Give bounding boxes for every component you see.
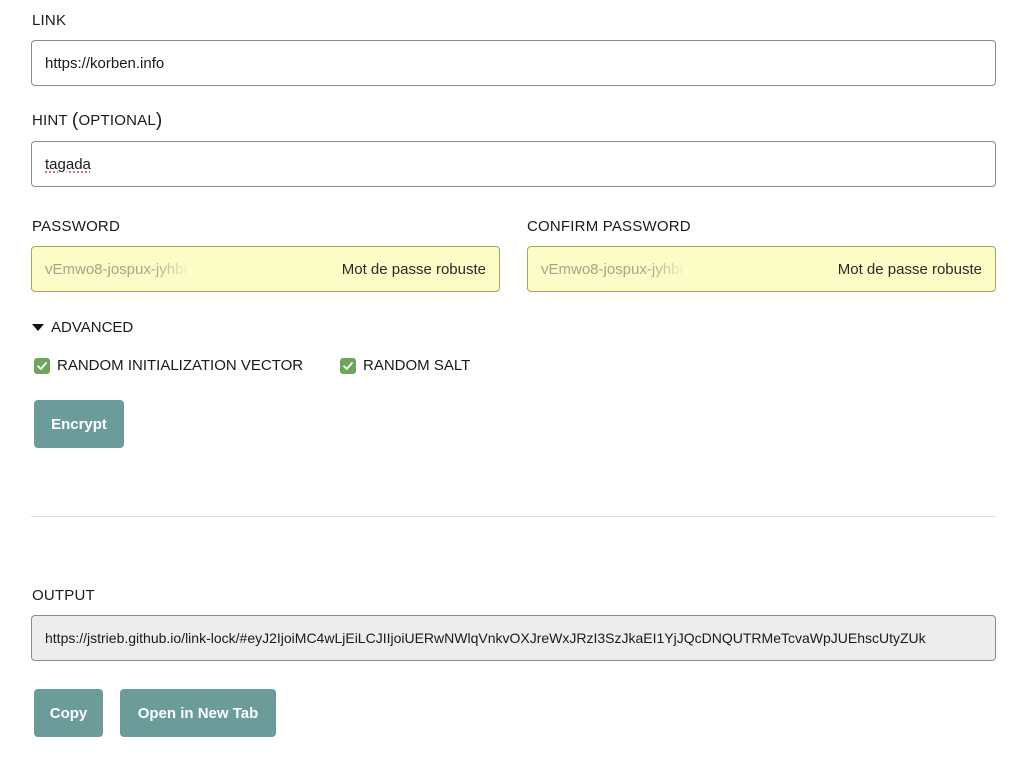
password-label: PASSWORD	[32, 218, 120, 235]
check-icon	[343, 361, 353, 370]
output-field[interactable]: https://jstrieb.github.io/link-lock/#eyJ…	[31, 615, 996, 661]
password-value: vEmwo8-jospux-jyhbi	[45, 260, 187, 278]
section-divider	[31, 516, 996, 517]
hint-paren-close: )	[155, 110, 163, 131]
random-salt-checkbox[interactable]	[340, 357, 356, 374]
hint-label-text: HINT	[32, 112, 68, 129]
hint-input-value: tagada	[45, 155, 91, 173]
confirm-password-strength-hint[interactable]: Mot de passe robuste	[838, 261, 982, 278]
link-label: LINK	[32, 12, 67, 29]
hint-input[interactable]: tagada	[31, 141, 996, 187]
advanced-toggle[interactable]: ADVANCED	[32, 319, 133, 336]
link-input-value: https://korben.info	[45, 54, 165, 72]
random-iv-checkbox[interactable]	[34, 357, 50, 374]
link-input[interactable]: https://korben.info	[31, 40, 996, 86]
hint-optional-text: OPTIONAL	[78, 112, 156, 129]
confirm-password-value: vEmwo8-jospux-jyhbi	[541, 260, 683, 278]
password-input[interactable]: vEmwo8-jospux-jyhbi Mot de passe robuste	[31, 246, 500, 292]
hint-label: HINT (OPTIONAL)	[32, 110, 163, 131]
caret-down-icon	[32, 324, 44, 331]
encrypt-button[interactable]: Encrypt	[34, 400, 124, 448]
open-in-new-tab-button[interactable]: Open in New Tab	[120, 689, 276, 737]
confirm-password-input[interactable]: vEmwo8-jospux-jyhbi Mot de passe robuste	[527, 246, 996, 292]
password-strength-hint[interactable]: Mot de passe robuste	[342, 261, 486, 278]
output-value: https://jstrieb.github.io/link-lock/#eyJ…	[45, 630, 926, 646]
confirm-password-label: CONFIRM PASSWORD	[527, 218, 691, 235]
random-iv-label: RANDOM INITIALIZATION VECTOR	[57, 357, 304, 374]
copy-button[interactable]: Copy	[34, 689, 103, 737]
advanced-label: ADVANCED	[51, 319, 134, 336]
random-iv-option[interactable]: RANDOM INITIALIZATION VECTOR	[34, 357, 303, 374]
random-salt-option[interactable]: RANDOM SALT	[340, 357, 470, 374]
random-salt-label: RANDOM SALT	[363, 357, 471, 374]
check-icon	[37, 361, 47, 370]
output-label: OUTPUT	[32, 587, 95, 604]
